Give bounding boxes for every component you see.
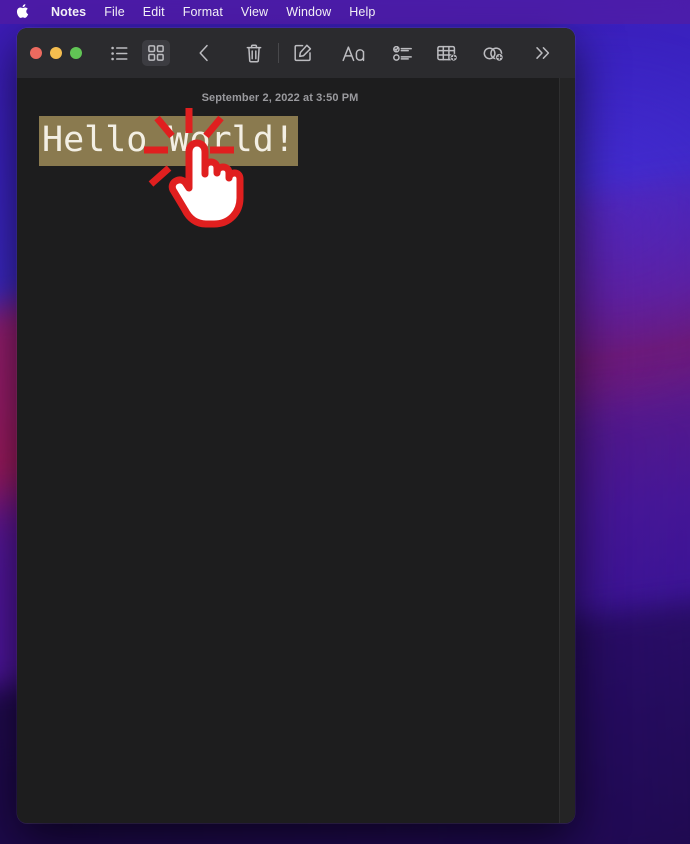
menu-item-help[interactable]: Help xyxy=(340,0,384,24)
add-people-icon[interactable] xyxy=(481,40,507,66)
compose-icon[interactable] xyxy=(289,40,317,66)
window-traffic-lights xyxy=(30,47,82,59)
menu-item-file[interactable]: File xyxy=(95,0,134,24)
menu-item-view[interactable]: View xyxy=(232,0,277,24)
menu-item-window[interactable]: Window xyxy=(277,0,340,24)
notes-toolbar xyxy=(17,28,575,78)
close-window-button[interactable] xyxy=(30,47,42,59)
notes-app-window: September 2, 2022 at 3:50 PM Hello World… xyxy=(17,28,575,823)
trash-icon[interactable] xyxy=(240,40,268,66)
gallery-view-icon[interactable] xyxy=(142,40,170,66)
note-editor[interactable]: September 2, 2022 at 3:50 PM Hello World… xyxy=(17,78,559,823)
note-highlighted-text[interactable]: Hello World! xyxy=(39,116,298,167)
chevron-left-icon[interactable] xyxy=(190,40,218,66)
macos-menu-bar: Notes File Edit Format View Window Help xyxy=(0,0,690,24)
note-timestamp: September 2, 2022 at 3:50 PM xyxy=(201,92,359,104)
table-icon[interactable] xyxy=(435,40,459,66)
list-view-icon[interactable] xyxy=(105,40,133,66)
format-aa-icon[interactable] xyxy=(339,40,369,66)
note-text-line[interactable]: Hello World! xyxy=(17,116,559,167)
menu-item-notes[interactable]: Notes xyxy=(42,0,95,24)
note-content-area: September 2, 2022 at 3:50 PM Hello World… xyxy=(17,78,575,823)
zoom-window-button[interactable] xyxy=(70,47,82,59)
apple-logo-icon[interactable] xyxy=(14,3,29,20)
chevron-double-right-icon[interactable] xyxy=(529,40,557,66)
checklist-icon[interactable] xyxy=(391,40,413,66)
minimize-window-button[interactable] xyxy=(50,47,62,59)
menu-item-format[interactable]: Format xyxy=(174,0,232,24)
note-scrollbar[interactable] xyxy=(559,78,575,823)
toolbar-divider-1 xyxy=(278,43,279,63)
menu-item-edit[interactable]: Edit xyxy=(134,0,174,24)
